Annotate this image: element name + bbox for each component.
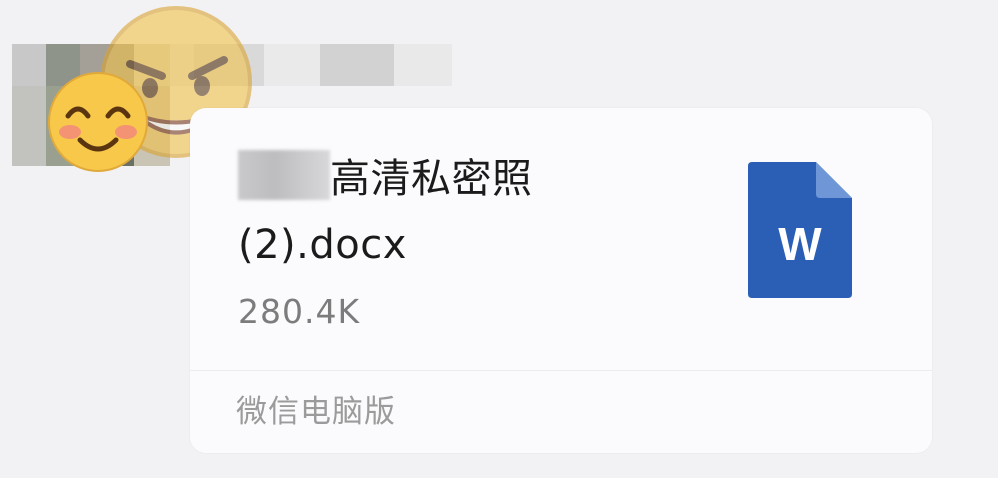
file-name-line1: 高清私密照 — [330, 156, 533, 202]
word-icon-letter: W — [778, 218, 822, 270]
file-size: 280.4K — [238, 292, 361, 331]
smiling-face-emoji-icon — [48, 72, 148, 172]
word-document-icon: W — [748, 162, 852, 298]
file-name-redacted-part — [238, 150, 330, 200]
file-name: 高清私密照 (2).docx — [238, 146, 668, 278]
card-divider — [190, 370, 932, 371]
file-name-line2: (2).docx — [238, 222, 407, 268]
source-label: 微信电脑版 — [236, 394, 396, 430]
file-message-card[interactable]: 高清私密照 (2).docx 280.4K W 微信电脑版 — [190, 108, 932, 453]
